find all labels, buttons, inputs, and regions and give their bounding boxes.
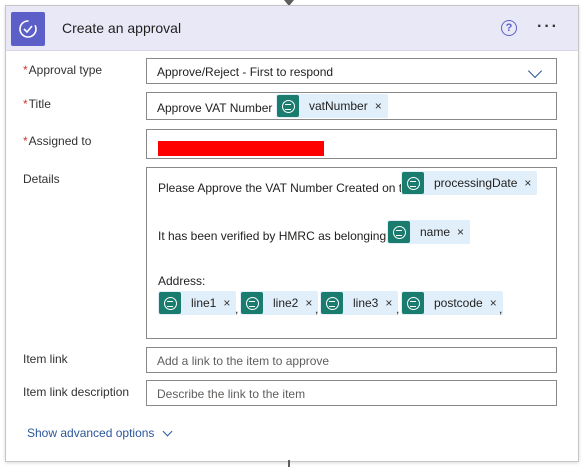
separator: ,	[315, 302, 319, 316]
card-header[interactable]: Create an approval ? ···	[6, 6, 578, 51]
help-icon[interactable]: ?	[501, 20, 517, 36]
item-link-placeholder: Add a link to the item to approve	[157, 354, 330, 368]
approval-icon	[11, 12, 45, 46]
assigned-to-label: *Assigned to	[23, 134, 91, 148]
separator: ,	[396, 302, 400, 316]
show-advanced-options-link[interactable]: Show advanced options	[27, 426, 173, 440]
processingdate-token[interactable]: processingDate ×	[401, 171, 538, 195]
assigned-to-input[interactable]	[146, 129, 557, 159]
close-icon[interactable]: ×	[375, 99, 382, 113]
dynamic-content-icon	[402, 172, 424, 194]
approval-type-label-text: Approval type	[28, 63, 103, 77]
postcode-token[interactable]: postcode ×	[401, 291, 503, 315]
dynamic-content-icon	[277, 95, 299, 117]
trailing-comma: ,	[499, 302, 503, 316]
approval-type-value: Approve/Reject - First to respond	[157, 65, 334, 79]
close-icon[interactable]: ×	[305, 296, 312, 310]
bottom-connector-line	[288, 460, 290, 467]
item-link-input[interactable]: Add a link to the item to approve	[146, 347, 557, 373]
item-link-description-label: Item link description	[23, 385, 130, 399]
approval-type-dropdown[interactable]: Approve/Reject - First to respond	[146, 58, 557, 84]
show-advanced-options-label: Show advanced options	[27, 426, 155, 440]
title-label-text: Title	[28, 97, 51, 111]
item-link-label: Item link	[23, 352, 68, 366]
dynamic-content-icon	[241, 292, 263, 314]
redacted-value	[158, 141, 324, 156]
close-icon[interactable]: ×	[524, 176, 531, 190]
details-line2-text: It has been verified by HMRC as belongin…	[158, 229, 400, 243]
title-prefix-text: Approve VAT Number :	[157, 101, 280, 115]
token-label: line3	[353, 296, 379, 310]
close-icon[interactable]: ×	[223, 296, 230, 310]
dynamic-content-icon	[402, 292, 424, 314]
details-line1-text: Please Approve the VAT Number Created on…	[158, 181, 416, 195]
item-link-description-input[interactable]: Describe the link to the item	[146, 380, 557, 406]
line2-token[interactable]: line2 ×	[240, 291, 319, 315]
required-marker: *	[23, 63, 28, 77]
required-marker: *	[23, 97, 28, 111]
line3-token[interactable]: line3 ×	[320, 291, 399, 315]
card-title: Create an approval	[62, 20, 182, 36]
approval-action-card: Create an approval ? ··· *Approval type …	[5, 5, 579, 462]
details-textarea[interactable]: Please Approve the VAT Number Created on…	[146, 167, 557, 339]
token-label: postcode	[434, 296, 483, 310]
dynamic-content-icon	[388, 221, 410, 243]
token-label: vatNumber	[309, 99, 368, 113]
title-label: *Title	[23, 97, 51, 111]
line1-token[interactable]: line1 ×	[158, 291, 237, 315]
separator: ,	[235, 302, 239, 316]
vatnumber-token[interactable]: vatNumber ×	[276, 94, 388, 118]
dynamic-content-icon	[321, 292, 343, 314]
title-input[interactable]: Approve VAT Number : vatNumber ×	[146, 92, 557, 120]
name-token[interactable]: name ×	[387, 220, 471, 244]
approval-type-label: *Approval type	[23, 63, 102, 77]
token-label: processingDate	[434, 176, 518, 190]
close-icon[interactable]: ×	[385, 296, 392, 310]
token-label: line1	[191, 296, 217, 310]
more-options-icon[interactable]: ···	[537, 18, 559, 36]
address-label: Address:	[158, 274, 206, 288]
close-icon[interactable]: ×	[457, 225, 464, 239]
close-icon[interactable]: ×	[490, 296, 497, 310]
chevron-down-icon[interactable]	[527, 63, 543, 79]
dynamic-content-icon	[159, 292, 181, 314]
required-marker: *	[23, 134, 28, 148]
details-label: Details	[23, 172, 60, 186]
assigned-to-label-text: Assigned to	[28, 134, 92, 148]
token-label: name	[420, 225, 451, 239]
chevron-down-icon	[162, 426, 173, 436]
token-label: line2	[273, 296, 299, 310]
item-link-description-placeholder: Describe the link to the item	[157, 387, 306, 401]
